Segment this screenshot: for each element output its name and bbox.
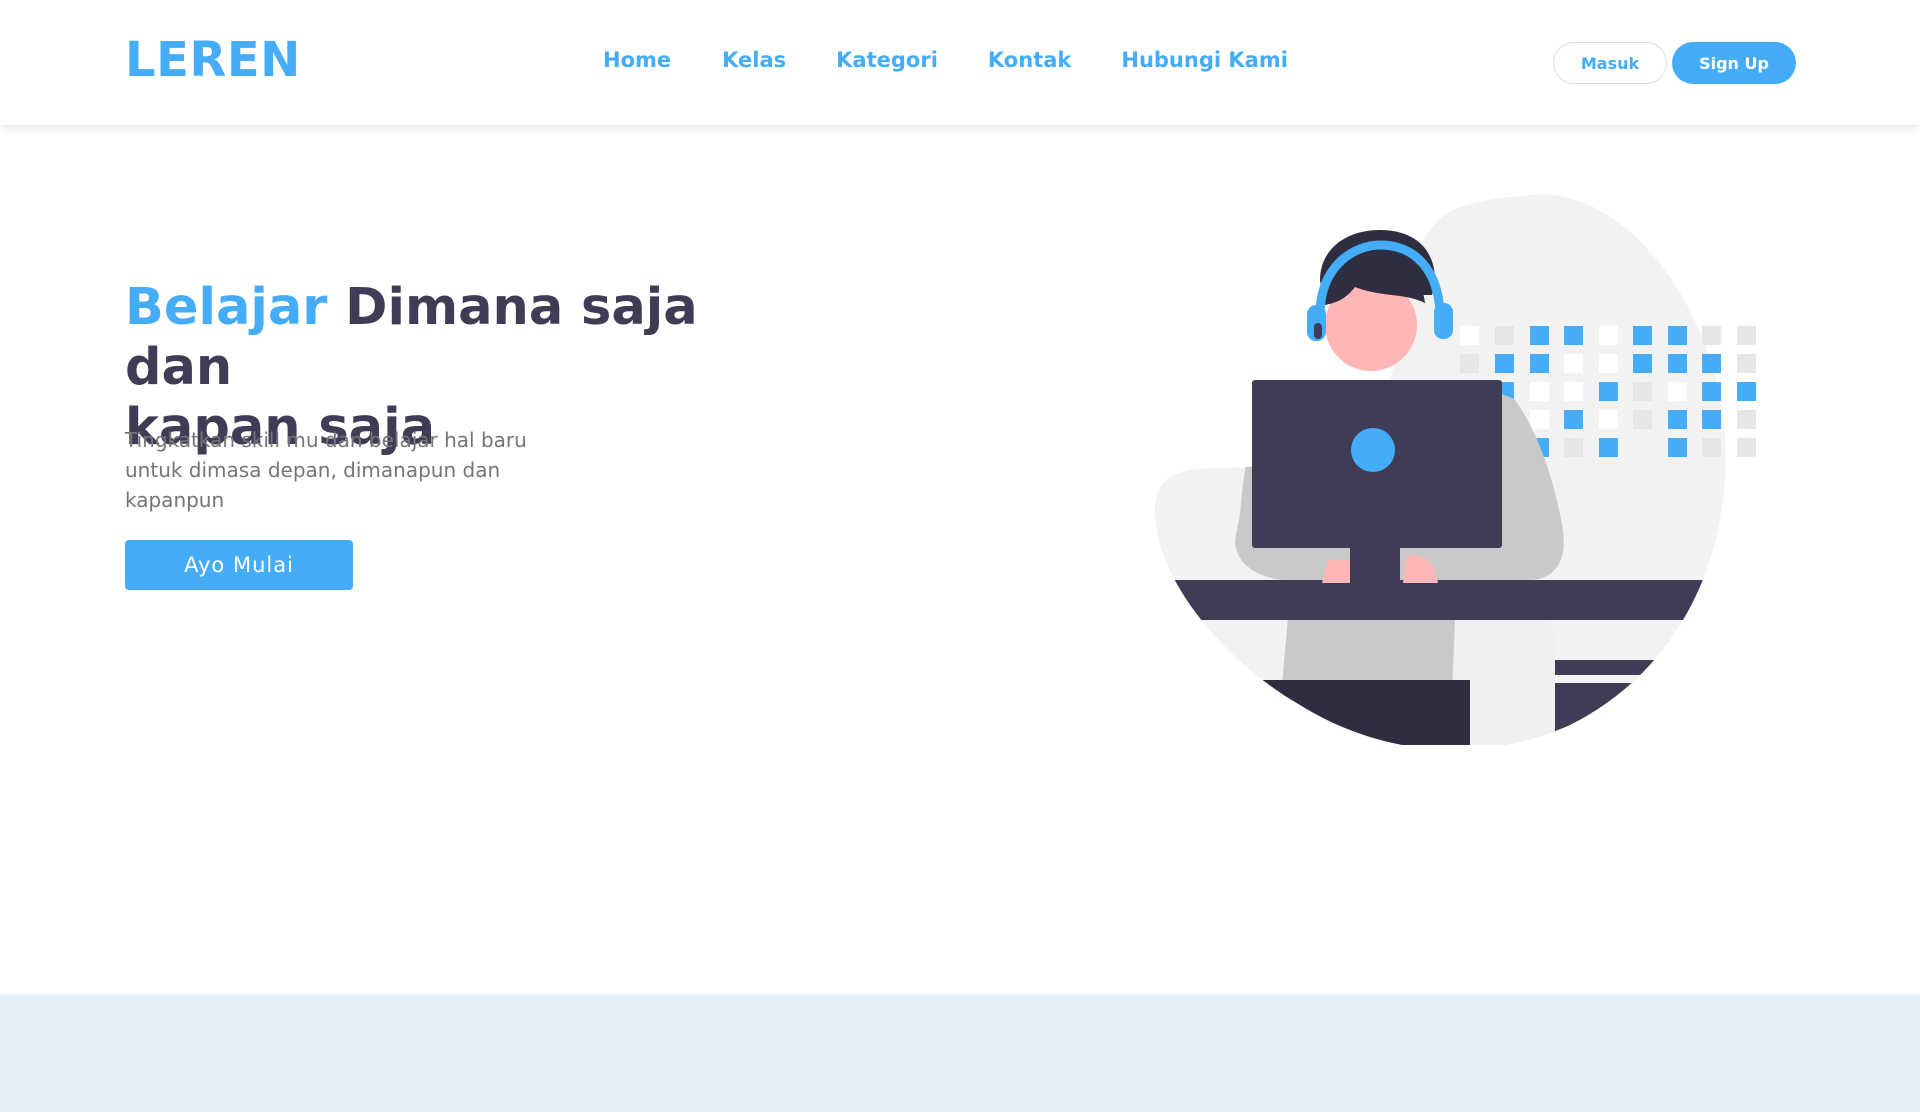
signup-button[interactable]: Sign Up [1672,42,1796,84]
hero-illustration [1154,194,1756,745]
hero-description: Tingkatkan skill mu dan belajar hal baru… [125,428,527,512]
navbar: LEREN Home Kelas Kategori Kontak Hubungi… [0,0,1920,125]
login-button[interactable]: Masuk [1553,42,1667,84]
nav-kategori[interactable]: Kategori [836,48,938,72]
logo[interactable]: LEREN [125,32,301,88]
desk [1154,580,1726,620]
start-button[interactable]: Ayo Mulai [125,540,353,590]
hero-title-accent: Belajar [125,278,328,337]
nav-home[interactable]: Home [603,48,671,72]
nav-kontak[interactable]: Kontak [988,48,1071,72]
next-section-band [0,994,1920,1112]
nav-kelas[interactable]: Kelas [722,48,786,72]
main-nav: Home Kelas Kategori Kontak Hubungi Kami [603,48,1288,72]
nav-hubungi-kami[interactable]: Hubungi Kami [1121,48,1288,72]
person-legs [1210,680,1470,745]
